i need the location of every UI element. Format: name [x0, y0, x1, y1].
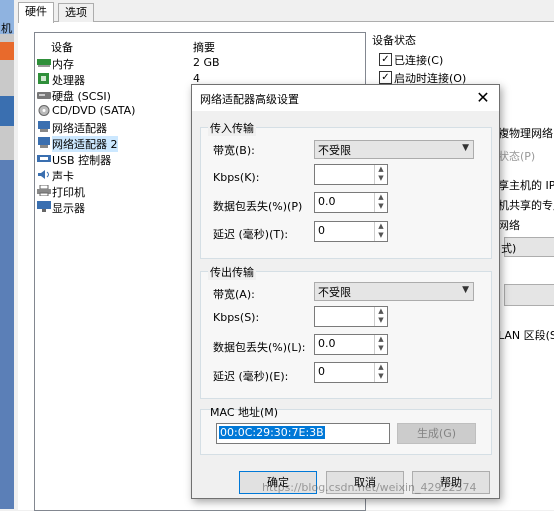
- incoming-bandwidth-label: 带宽(B):: [213, 144, 255, 157]
- incoming-packet-loss-spinner[interactable]: 0.0 ▲ ▼: [314, 192, 388, 213]
- network-adapter-icon: [37, 137, 51, 148]
- column-header-device[interactable]: 设备: [51, 39, 73, 55]
- spin-up-icon[interactable]: ▲: [376, 307, 386, 316]
- bridged-option-fragment: 複物理网络: [498, 127, 553, 140]
- connected-label: 已连接(C): [394, 54, 444, 67]
- outgoing-bandwidth-select[interactable]: 不受限 ▼: [314, 282, 474, 301]
- spin-up-icon[interactable]: ▲: [376, 335, 386, 344]
- sound-icon: [37, 169, 51, 180]
- spin-up-icon[interactable]: ▲: [376, 165, 386, 174]
- spin-down-icon[interactable]: ▼: [376, 316, 386, 325]
- device-status-title: 设备状态: [372, 34, 416, 47]
- mac-address-input[interactable]: 00:0C:29:30:7E:3B: [216, 423, 390, 444]
- incoming-kbps-label: Kbps(K):: [213, 171, 260, 184]
- printer-icon: [37, 184, 51, 197]
- outgoing-packet-loss-spinner[interactable]: 0.0 ▲ ▼: [314, 334, 388, 355]
- outgoing-transfer-title: 传出传输: [208, 264, 256, 280]
- display-icon: [37, 201, 51, 212]
- mac-address-title: MAC 地址(M): [210, 406, 279, 419]
- column-header-summary[interactable]: 摘要: [193, 39, 215, 55]
- incoming-latency-spinner[interactable]: 0 ▲ ▼: [314, 221, 388, 242]
- outgoing-kbps-label: Kbps(S):: [213, 311, 260, 324]
- spin-down-icon[interactable]: ▼: [376, 174, 386, 183]
- dialog-title: 网络适配器高级设置: [200, 93, 299, 106]
- close-icon[interactable]: ✕: [472, 88, 494, 108]
- host-only-option-fragment: 机共享的专用: [498, 199, 554, 212]
- outgoing-latency-label: 延迟 (毫秒)(E):: [213, 370, 289, 383]
- outgoing-kbps-spinner[interactable]: ▲ ▼: [314, 306, 388, 327]
- nat-option-fragment: 享主机的 IP: [498, 179, 554, 192]
- network-adapter-advanced-dialog: 网络适配器高级设置 ✕ 传入传输 带宽(B): 不受限 ▼ Kbps(K): ▲…: [191, 84, 500, 499]
- memory-icon: [37, 57, 51, 68]
- incoming-latency-label: 延迟 (毫秒)(T):: [213, 228, 289, 241]
- desktop-edge-band: [0, 96, 14, 126]
- incoming-packet-loss-label: 数据包丢失(%)(P): [213, 200, 303, 213]
- dialog-titlebar: 网络适配器高级设置 ✕: [192, 85, 499, 111]
- generate-mac-button[interactable]: 生成(G): [397, 423, 476, 444]
- tab-options[interactable]: 选项: [58, 3, 94, 22]
- tab-hardware[interactable]: 硬件: [18, 2, 54, 23]
- desktop-edge-char: 机: [1, 22, 12, 35]
- replicate-state-fragment: 状态(P): [498, 150, 536, 163]
- outgoing-packet-loss-label: 数据包丢失(%)(L):: [213, 341, 306, 354]
- incoming-bandwidth-select[interactable]: 不受限 ▼: [314, 140, 474, 159]
- desktop-background: [0, 160, 14, 509]
- custom-network-fragment: 网络: [498, 219, 520, 232]
- connect-on-start-checkbox[interactable]: ✓: [379, 71, 392, 84]
- harddisk-icon: [37, 89, 51, 100]
- custom-network-select[interactable]: 式): [501, 237, 554, 257]
- watermark-url: https://blog.csdn.net/weixin_42922374: [262, 481, 477, 494]
- lan-segment-select[interactable]: [504, 284, 554, 306]
- spin-down-icon[interactable]: ▼: [376, 344, 386, 353]
- connected-checkbox[interactable]: ✓: [379, 53, 392, 66]
- taskbar-app-icon[interactable]: [0, 42, 14, 60]
- spin-up-icon[interactable]: ▲: [376, 363, 386, 372]
- spin-down-icon[interactable]: ▼: [376, 202, 386, 211]
- desktop-window-edge: 机: [0, 0, 14, 35]
- outgoing-bandwidth-label: 带宽(A):: [213, 288, 255, 301]
- network-adapter-icon: [37, 121, 51, 132]
- device-row-memory[interactable]: 内存 2 GB: [35, 55, 363, 71]
- spin-up-icon[interactable]: ▲: [376, 222, 386, 231]
- spin-down-icon[interactable]: ▼: [376, 372, 386, 381]
- cdrom-icon: [37, 105, 51, 116]
- spin-up-icon[interactable]: ▲: [376, 193, 386, 202]
- lan-segments-button-fragment[interactable]: LAN 区段(S): [498, 327, 554, 343]
- usb-icon: [37, 153, 51, 164]
- chevron-down-icon: ▼: [462, 143, 469, 153]
- cpu-icon: [37, 73, 51, 84]
- outgoing-latency-spinner[interactable]: 0 ▲ ▼: [314, 362, 388, 383]
- incoming-transfer-title: 传入传输: [208, 120, 256, 136]
- spin-down-icon[interactable]: ▼: [376, 231, 386, 240]
- chevron-down-icon: ▼: [462, 285, 469, 295]
- incoming-kbps-spinner[interactable]: ▲ ▼: [314, 164, 388, 185]
